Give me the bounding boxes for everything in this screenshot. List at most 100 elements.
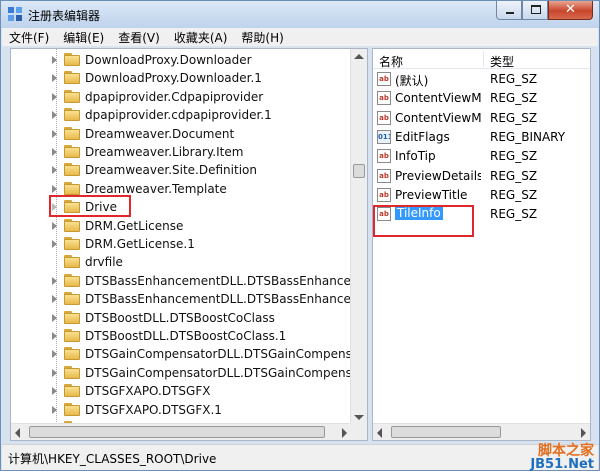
menu-bar: 文件(F) 编辑(E) 查看(V) 收藏夹(A) 帮助(H) (2, 28, 598, 47)
tree-item[interactable]: DTSGainCompensatorDLL.DTSGainCompensa.1 (11, 345, 367, 363)
tree-item[interactable]: DTSGFXAPO.DTSGFX.1 (11, 401, 351, 419)
value-type: REG_SZ (490, 149, 538, 164)
values-horizontal-scrollbar[interactable] (373, 423, 590, 440)
column-name-header[interactable]: 名称 (379, 53, 403, 70)
expand-arrow-icon[interactable] (52, 184, 57, 193)
expand-arrow-icon[interactable] (52, 240, 57, 248)
value-row[interactable]: 011 EditFlags REG_BINARY (373, 128, 590, 147)
tree-item[interactable]: DTSBoostDLL.DTSBoostCoClass.1 (11, 327, 351, 345)
scroll-down-icon[interactable] (354, 415, 364, 420)
tree-item[interactable]: DTSGainCompensatorDLL.DTSGainCompensato (11, 364, 367, 382)
column-separator[interactable] (483, 51, 484, 67)
values-list-pane[interactable]: 名称 类型 ab(默认)REG_SZabContentViewM...REG_S… (372, 48, 591, 441)
menu-view[interactable]: 查看(V) (111, 29, 167, 46)
expand-arrow-icon[interactable] (52, 387, 57, 396)
scroll-left-icon[interactable] (15, 428, 20, 438)
tree-item[interactable]: DTSBassEnhancementDLL.DTSBassEnhancemen (11, 290, 367, 308)
scroll-right-icon[interactable] (581, 428, 586, 438)
scroll-right-icon[interactable] (342, 428, 347, 438)
expand-arrow-icon[interactable] (52, 221, 57, 230)
string-value-icon: ab (377, 110, 391, 125)
value-row[interactable]: ab PreviewTitle REG_SZ (373, 186, 590, 205)
values-column-header: 名称 类型 (373, 49, 590, 70)
value-name: ContentViewM... (395, 110, 481, 125)
expand-arrow-icon[interactable] (52, 405, 57, 414)
value-row[interactable]: ab ContentViewM... REG_SZ (373, 89, 590, 108)
close-button[interactable]: ✕ (548, 1, 593, 20)
tree-item[interactable]: DTSGFXAPO.DTSGFX (11, 382, 351, 400)
menu-favorites[interactable]: 收藏夹(A) (167, 29, 235, 46)
value-row[interactable]: ab ContentViewM... REG_SZ (373, 109, 590, 128)
tree-item[interactable]: DownloadProxy.Downloader.1 (11, 69, 351, 87)
value-type: REG_SZ (490, 72, 538, 86)
expand-arrow-icon[interactable] (52, 92, 57, 101)
tree-vertical-scrollbar[interactable] (350, 49, 367, 425)
tree-item[interactable]: DownloadProxy.Downloader (11, 51, 351, 69)
tree-item[interactable]: DTSBassEnhancementDLL.DTSBassEnhancem.1 (11, 272, 367, 290)
watermark-logo: 脚本之家 JB51.Net (530, 444, 594, 471)
string-value-icon: ab (377, 149, 391, 164)
expand-arrow-icon[interactable] (52, 74, 57, 83)
minimize-button[interactable] (496, 1, 522, 20)
maximize-button[interactable] (522, 1, 548, 20)
expand-arrow-icon[interactable] (52, 111, 57, 120)
value-name: PreviewDetails (395, 168, 481, 183)
value-type: REG_BINARY (490, 129, 566, 144)
tree-item[interactable]: Dreamweaver.Library.Item (11, 143, 351, 161)
status-path: 计算机\HKEY_CLASSES_ROOT\Drive (8, 452, 217, 466)
scroll-corner (350, 423, 367, 440)
tree-item[interactable]: Dreamweaver.Site.Definition (11, 161, 351, 179)
value-type: REG_SZ (490, 168, 538, 183)
expand-arrow-icon[interactable] (52, 129, 57, 138)
expand-arrow-icon[interactable] (52, 166, 57, 175)
expand-arrow-icon[interactable] (52, 276, 57, 285)
tree-item[interactable]: dpapiprovider.Cdpapiprovider (11, 88, 351, 106)
tree-horizontal-scrollbar[interactable] (11, 423, 351, 440)
column-type-header[interactable]: 类型 (490, 53, 514, 70)
expand-arrow-icon[interactable] (52, 368, 57, 377)
maximize-icon (531, 5, 541, 14)
values-hscroll-thumb[interactable] (391, 426, 501, 438)
tree-item[interactable]: DRM.GetLicense.1 (11, 235, 351, 253)
value-row[interactable]: ab (默认) REG_SZ (373, 70, 590, 89)
expand-arrow-icon[interactable] (52, 295, 57, 304)
menu-edit[interactable]: 编辑(E) (56, 29, 111, 46)
key-tree-pane[interactable]: DownloadProxy.Downloader DownloadProxy.Do… (10, 48, 368, 441)
tree-item-label: DownloadProxy.Downloader.1 (85, 71, 262, 86)
tree-item[interactable]: Dreamweaver.Document (11, 125, 351, 143)
scroll-left-icon[interactable] (377, 428, 382, 438)
regedit-icon (8, 7, 22, 21)
folder-icon (64, 365, 80, 379)
string-value-icon: ab (377, 168, 391, 183)
folder-icon (64, 255, 80, 269)
expand-arrow-icon[interactable] (52, 313, 57, 322)
scroll-up-icon[interactable] (354, 54, 364, 59)
tree-item[interactable]: dpapiprovider.cdpapiprovider.1 (11, 106, 351, 124)
value-type: REG_SZ (490, 91, 538, 106)
value-row[interactable]: ab InfoTip REG_SZ (373, 147, 590, 166)
folder-icon (64, 53, 80, 66)
tree-item[interactable]: drvfile (11, 253, 351, 271)
tree-hscroll-thumb[interactable] (29, 426, 325, 438)
value-type: REG_SZ (490, 187, 538, 202)
tree-item[interactable]: DRM.GetLicense (11, 217, 351, 235)
tree-scroll-thumb[interactable] (353, 164, 365, 178)
tree-item-label: DTSGFXAPO.DTSGFX.1 (85, 402, 222, 417)
title-bar[interactable]: 注册表编辑器 ✕ (1, 1, 599, 28)
expand-arrow-icon[interactable] (52, 332, 57, 340)
drive-highlight-box (49, 195, 131, 217)
tree-item[interactable]: DTSBoostDLL.DTSBoostCoClass (11, 309, 351, 327)
folder-icon (64, 310, 80, 324)
expand-arrow-icon[interactable] (52, 350, 57, 359)
window-title: 注册表编辑器 (28, 9, 101, 23)
menu-file[interactable]: 文件(F) (2, 29, 56, 46)
tree-item-label: dpapiprovider.cdpapiprovider.1 (85, 108, 272, 123)
menu-help[interactable]: 帮助(H) (234, 29, 290, 46)
value-row[interactable]: ab PreviewDetails REG_SZ (373, 167, 590, 186)
expand-arrow-icon[interactable] (52, 56, 57, 64)
folder-icon (64, 384, 80, 398)
expand-arrow-icon[interactable] (52, 148, 57, 156)
tree-item-label: DTSBassEnhancementDLL.DTSBassEnhancemen (85, 292, 368, 307)
tree-item-label: dpapiprovider.Cdpapiprovider (85, 89, 264, 104)
folder-icon (64, 273, 80, 287)
